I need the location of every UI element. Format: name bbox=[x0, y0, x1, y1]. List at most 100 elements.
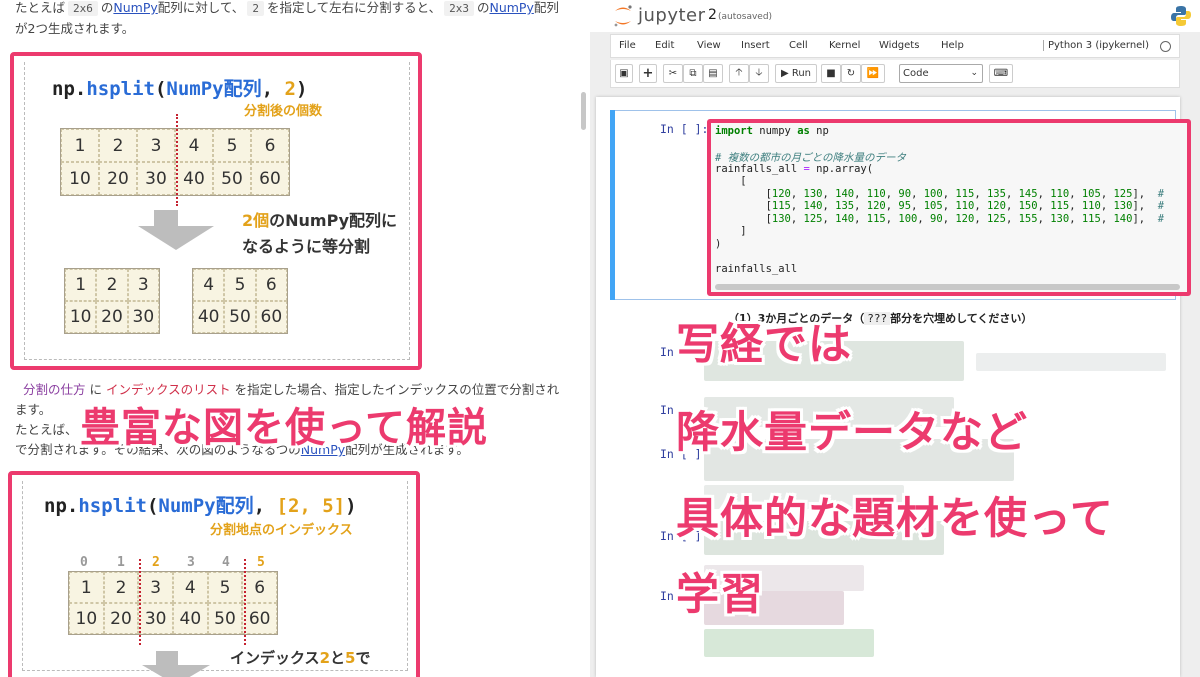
code-line: [120, 130, 140, 110, 90, 100, 115, 135, … bbox=[715, 187, 1165, 200]
array-cell: 50 bbox=[213, 162, 251, 195]
intro-text: たとえば bbox=[15, 0, 66, 15]
array-cell: 60 bbox=[251, 162, 289, 195]
menu-help[interactable]: Help bbox=[941, 40, 964, 51]
note-text: なるように等分割 bbox=[242, 237, 371, 256]
array-cell: 5 bbox=[224, 269, 256, 301]
caption-right-line: 学習 bbox=[676, 570, 764, 620]
restart-icon[interactable]: ↻ bbox=[841, 64, 861, 83]
title-part: , bbox=[261, 78, 285, 100]
menu-cell[interactable]: Cell bbox=[789, 40, 808, 51]
keyboard-icon[interactable]: ⌨ bbox=[989, 64, 1013, 83]
caption-right-line: 写経では bbox=[676, 320, 852, 370]
intro-text: 配列 bbox=[533, 0, 559, 15]
cell-prompt: In [ ]: bbox=[660, 122, 709, 136]
figure-title: np.hsplit(NumPy配列, 2) bbox=[52, 74, 307, 101]
run-icon: ▶ bbox=[780, 68, 789, 79]
index-label: 2 bbox=[152, 555, 160, 570]
array-cell: 40 bbox=[173, 603, 208, 634]
cell-type-select[interactable]: Code ⌄ bbox=[899, 64, 983, 83]
array-cell: 10 bbox=[69, 603, 104, 634]
run-button[interactable]: ▶ Run bbox=[775, 64, 817, 83]
menu-edit[interactable]: Edit bbox=[655, 40, 674, 51]
menu-kernel[interactable]: Kernel bbox=[829, 40, 860, 51]
index-label: 1 bbox=[117, 555, 125, 570]
array-left-half: 1 2 3 10 20 30 bbox=[64, 268, 160, 334]
inline-code: 2x3 bbox=[444, 1, 474, 16]
array-cell: 50 bbox=[224, 301, 256, 333]
menu-insert[interactable]: Insert bbox=[741, 40, 770, 51]
title-part: np. bbox=[44, 495, 79, 517]
move-up-icon[interactable]: 🡡 bbox=[729, 64, 749, 83]
array-2x6: 1 2 3 4 5 6 10 20 30 40 50 60 bbox=[68, 571, 278, 635]
scrollbar-thumb[interactable] bbox=[581, 92, 586, 130]
cut-icon[interactable]: ✂ bbox=[663, 64, 683, 83]
array-cell: 50 bbox=[207, 603, 243, 634]
menu-file[interactable]: File bbox=[619, 40, 636, 51]
index-label: 4 bbox=[222, 555, 230, 570]
title-arg: NumPy配列 bbox=[166, 78, 262, 100]
title-fn: hsplit bbox=[86, 78, 155, 100]
markdown-placeholder: ??? bbox=[864, 312, 891, 325]
markdown-text: 部分を穴埋めしてください） bbox=[890, 312, 1033, 325]
chevron-down-icon: ⌄ bbox=[970, 68, 978, 78]
array-cell: 1 bbox=[61, 129, 99, 162]
code-editor[interactable]: import numpy as np # 複数の都市の月ごとの降水量のデータ rai… bbox=[707, 119, 1191, 296]
caption-left: 豊富な図を使って解説 bbox=[80, 405, 488, 451]
array-cell: 3 bbox=[138, 572, 173, 603]
title-part: np. bbox=[52, 78, 87, 100]
note-text: インデックス bbox=[230, 649, 320, 667]
numpy-link[interactable]: NumPy bbox=[489, 0, 533, 15]
title-part: ( bbox=[146, 495, 159, 517]
save-icon[interactable]: ▣ bbox=[615, 64, 633, 83]
kernel-indicator[interactable]: Python 3 (ipykernel) bbox=[1042, 40, 1149, 51]
split-line bbox=[176, 114, 178, 206]
array-cell: 4 bbox=[173, 572, 208, 603]
array-cell: 2 bbox=[103, 572, 139, 603]
array-cell: 4 bbox=[193, 269, 225, 301]
index-label: 5 bbox=[257, 555, 265, 570]
add-cell-icon[interactable]: + bbox=[639, 64, 657, 83]
array-cell: 1 bbox=[65, 269, 97, 301]
array-cell: 10 bbox=[61, 162, 99, 195]
mid-text: たとえば、 bbox=[15, 422, 78, 437]
paste-icon[interactable]: ▤ bbox=[703, 64, 723, 83]
caption-right-line: 降水量データなど bbox=[676, 408, 1028, 458]
jupyter-logo-icon[interactable] bbox=[612, 4, 634, 32]
array-cell: 3 bbox=[127, 269, 159, 301]
array-cell: 20 bbox=[99, 162, 137, 195]
move-down-icon[interactable]: 🡣 bbox=[749, 64, 769, 83]
code-scrollbar[interactable] bbox=[715, 284, 1180, 290]
note-highlight: 2個 bbox=[242, 211, 270, 230]
title-arg: NumPy配列 bbox=[158, 495, 254, 517]
code-line: ) bbox=[715, 237, 722, 250]
numpy-link[interactable]: NumPy bbox=[113, 0, 157, 15]
caption-right-line: 具体的な題材を使って bbox=[676, 494, 1114, 544]
note-highlight: 5 bbox=[345, 649, 356, 667]
menu-widgets[interactable]: Widgets bbox=[879, 40, 919, 51]
figure-subtitle: 分割後の個数 bbox=[244, 104, 323, 119]
figure-hsplit-count: np.hsplit(NumPy配列, 2) 分割後の個数 1 2 3 4 5 6 10 20 3… bbox=[10, 52, 422, 370]
notebook-name[interactable]: 2 bbox=[708, 7, 717, 23]
title-fn: hsplit bbox=[78, 495, 147, 517]
stop-icon[interactable]: ■ bbox=[821, 64, 841, 83]
array-cell: 20 bbox=[96, 301, 128, 333]
array-cell: 6 bbox=[242, 572, 277, 603]
array-right-half: 4 5 6 40 50 60 bbox=[192, 268, 288, 334]
restart-run-all-icon[interactable]: ⏩ bbox=[861, 64, 885, 83]
title-part: ) bbox=[295, 78, 308, 100]
menu-view[interactable]: View bbox=[697, 40, 721, 51]
array-cell: 5 bbox=[207, 572, 243, 603]
inline-code: 2 bbox=[247, 1, 264, 16]
code-line: [ bbox=[715, 175, 747, 187]
array-cell: 4 bbox=[175, 129, 213, 162]
array-cell: 10 bbox=[65, 301, 97, 333]
toolbar: ▣ + ✂ ⧉ ▤ 🡡 🡣 ▶ Run ■ ↻ ⏩ Code ⌄ ⌨ bbox=[610, 60, 1180, 88]
intro-text: を指定して左右に分割すると、 bbox=[266, 0, 442, 15]
python-logo-icon bbox=[1170, 5, 1192, 31]
array-cell: 3 bbox=[137, 129, 175, 162]
jupyter-wordmark: jupyter bbox=[638, 5, 706, 26]
copy-icon[interactable]: ⧉ bbox=[683, 64, 703, 83]
save-status: (autosaved) bbox=[718, 12, 773, 22]
array-cell: 6 bbox=[255, 269, 287, 301]
note-highlight: 2 bbox=[319, 649, 330, 667]
